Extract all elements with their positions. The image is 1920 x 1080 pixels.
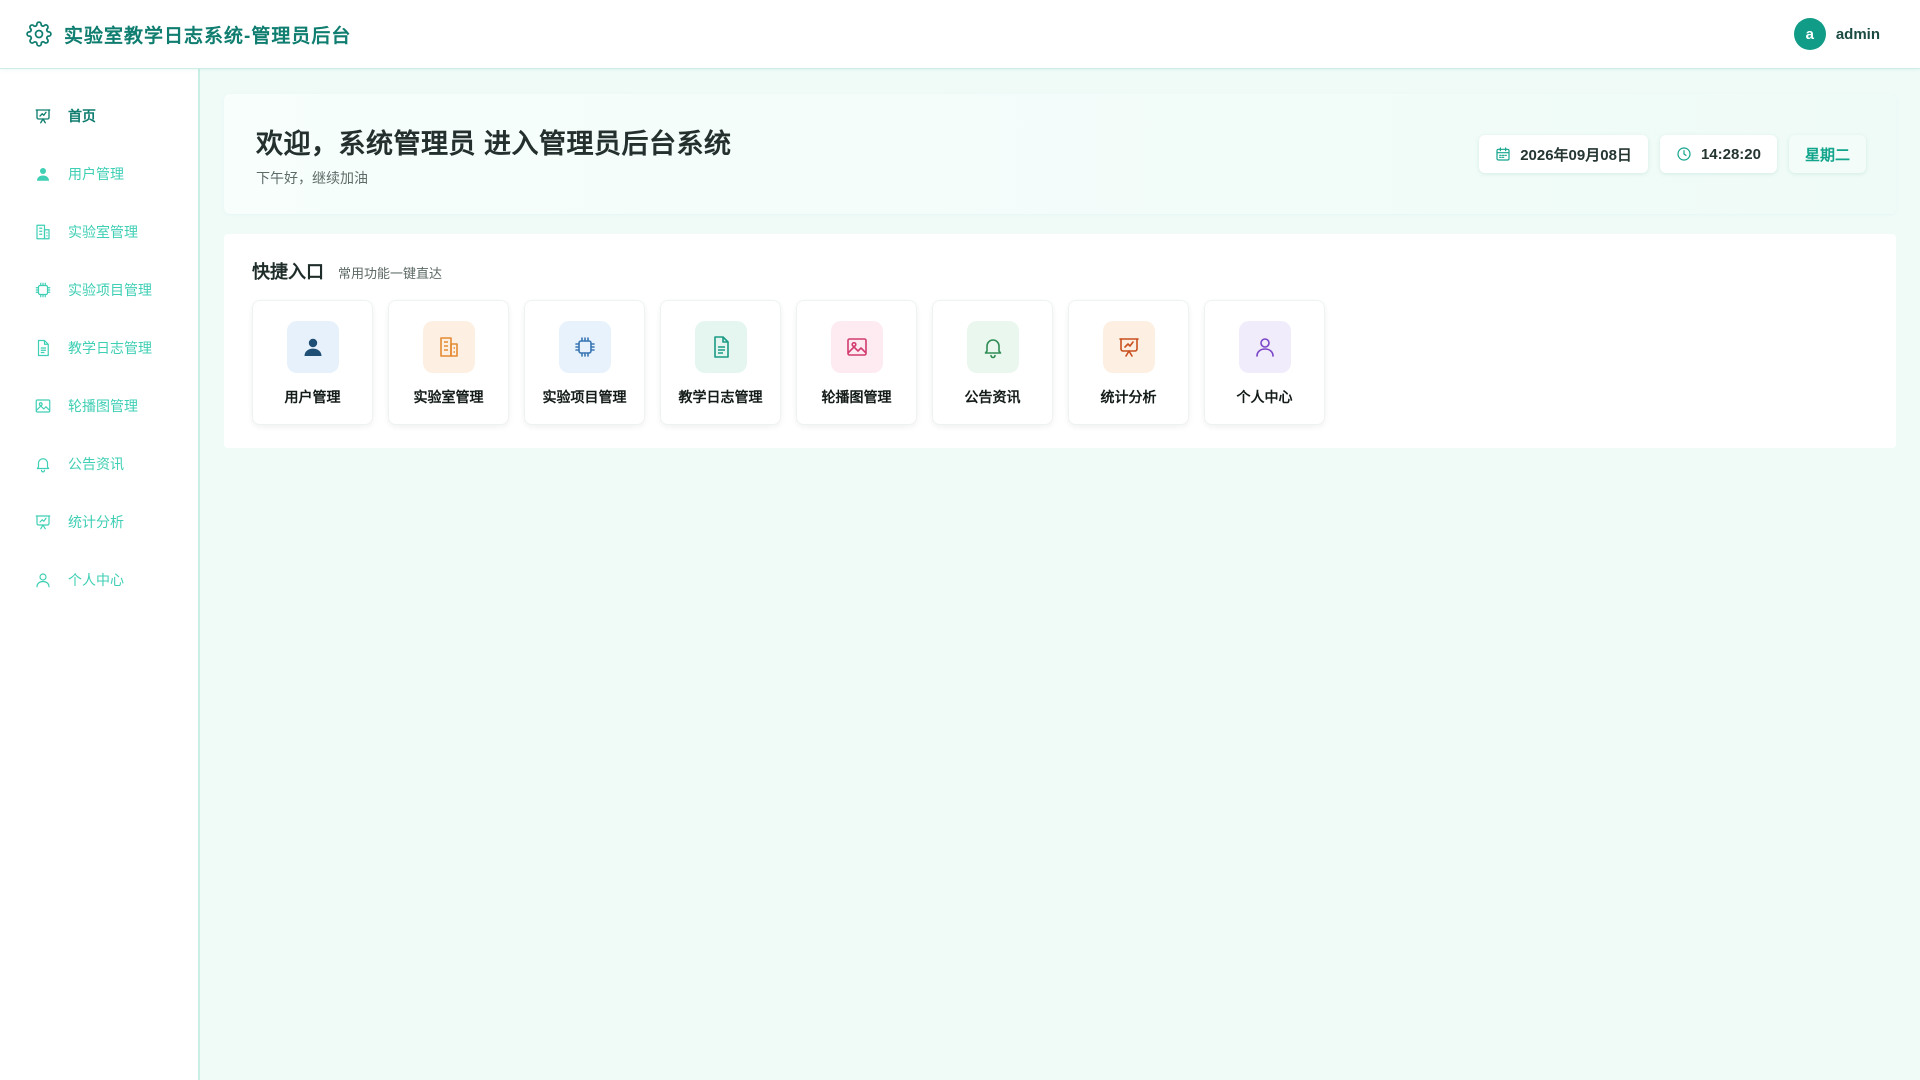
quick-card-statistics[interactable]: 统计分析 <box>1068 300 1189 425</box>
card-label: 个人中心 <box>1236 389 1293 405</box>
sidebar-item-statistics[interactable]: 统计分析 <box>0 493 198 551</box>
quick-access-title: 快捷入口 <box>252 262 324 282</box>
sidebar-item-projects[interactable]: 实验项目管理 <box>0 261 198 319</box>
sidebar-item-label: 轮播图管理 <box>68 398 138 414</box>
card-label: 轮播图管理 <box>821 389 892 405</box>
card-label: 公告资讯 <box>964 389 1021 405</box>
chip-icon <box>34 281 52 299</box>
quick-card-announcements[interactable]: 公告资讯 <box>932 300 1053 425</box>
presentation-chart-icon <box>34 513 52 531</box>
user-outline-icon <box>1253 335 1277 359</box>
card-label: 用户管理 <box>284 389 341 405</box>
sidebar-item-profile[interactable]: 个人中心 <box>0 551 198 609</box>
gear-icon[interactable] <box>26 21 52 47</box>
welcome-banner: 欢迎，系统管理员 进入管理员后台系统 下午好，继续加油 2026年09月08日 … <box>224 94 1896 214</box>
sidebar-item-label: 用户管理 <box>68 166 124 182</box>
sidebar-item-label: 实验项目管理 <box>68 282 152 298</box>
card-icon-tile <box>966 321 1019 373</box>
username[interactable]: admin <box>1836 26 1880 43</box>
user-menu[interactable]: a admin <box>1793 18 1880 50</box>
quick-card-projects[interactable]: 实验项目管理 <box>524 300 645 425</box>
sidebar-item-logs[interactable]: 教学日志管理 <box>0 319 198 377</box>
user-icon <box>301 335 325 359</box>
welcome-subtitle: 下午好，继续加油 <box>256 170 368 186</box>
quick-card-users[interactable]: 用户管理 <box>252 300 373 425</box>
card-icon-tile <box>694 321 747 373</box>
card-icon-tile <box>422 321 475 373</box>
card-icon-tile <box>286 321 339 373</box>
quick-card-carousel[interactable]: 轮播图管理 <box>796 300 917 425</box>
sidebar-item-announcements[interactable]: 公告资讯 <box>0 435 198 493</box>
card-label: 统计分析 <box>1100 389 1157 405</box>
quick-access-header: 快捷入口 常用功能一键直达 <box>252 258 442 284</box>
document-icon <box>34 339 52 357</box>
sidebar-item-home[interactable]: 首页 <box>0 87 198 145</box>
date-time-chips: 2026年09月08日 14:28:20 星期二 <box>1479 135 1866 173</box>
weekday-chip: 星期二 <box>1788 135 1866 173</box>
sidebar-item-label: 教学日志管理 <box>68 340 152 356</box>
avatar[interactable]: a <box>1793 18 1826 50</box>
card-label: 实验项目管理 <box>542 389 627 405</box>
date-text: 2026年09月08日 <box>1520 146 1632 164</box>
quick-card-labs[interactable]: 实验室管理 <box>388 300 509 425</box>
quick-card-profile[interactable]: 个人中心 <box>1204 300 1325 425</box>
date-chip: 2026年09月08日 <box>1479 135 1648 173</box>
card-icon-tile <box>558 321 611 373</box>
quick-access-cards: 用户管理 实验室管理 实验项目管理 教学日志管理 轮播图管理 公告资讯 统计分析… <box>252 300 1325 425</box>
image-icon <box>34 397 52 415</box>
quick-card-logs[interactable]: 教学日志管理 <box>660 300 781 425</box>
presentation-chart-icon <box>34 107 52 125</box>
sidebar-item-label: 个人中心 <box>68 572 124 588</box>
calendar-icon <box>1495 146 1511 162</box>
app-title: 实验室教学日志系统-管理员后台 <box>64 25 352 47</box>
quick-access-subtitle: 常用功能一键直达 <box>338 266 443 281</box>
bell-icon <box>981 335 1005 359</box>
document-icon <box>709 335 733 359</box>
card-icon-tile <box>1102 321 1155 373</box>
time-chip: 14:28:20 <box>1659 135 1777 173</box>
chip-icon <box>573 335 597 359</box>
user-icon <box>34 165 52 183</box>
sidebar-item-label: 首页 <box>68 108 96 124</box>
card-label: 教学日志管理 <box>678 389 763 405</box>
building-icon <box>34 223 52 241</box>
sidebar-item-label: 实验室管理 <box>68 224 138 240</box>
sidebar-item-labs[interactable]: 实验室管理 <box>0 203 198 261</box>
quick-access-panel: 快捷入口 常用功能一键直达 用户管理 实验室管理 实验项目管理 教学日志管理 轮… <box>224 234 1896 448</box>
presentation-chart-icon <box>1117 335 1141 359</box>
sidebar-item-label: 统计分析 <box>68 514 124 530</box>
card-icon-tile <box>830 321 883 373</box>
sidebar-item-label: 公告资讯 <box>68 456 124 472</box>
bell-icon <box>34 455 52 473</box>
user-outline-icon <box>34 571 52 589</box>
building-icon <box>437 335 461 359</box>
top-header: 实验室教学日志系统-管理员后台 a admin <box>0 0 1920 69</box>
welcome-title: 欢迎，系统管理员 进入管理员后台系统 <box>256 129 732 159</box>
card-label: 实验室管理 <box>413 389 484 405</box>
time-text: 14:28:20 <box>1700 145 1761 163</box>
weekday-text: 星期二 <box>1804 146 1850 164</box>
sidebar: 首页 用户管理 实验室管理 实验项目管理 教学日志管理 轮播图管理 公告资讯 统… <box>0 69 200 1080</box>
clock-icon <box>1676 146 1692 162</box>
image-icon <box>845 335 869 359</box>
sidebar-item-users[interactable]: 用户管理 <box>0 145 198 203</box>
card-icon-tile <box>1238 321 1291 373</box>
sidebar-item-carousel[interactable]: 轮播图管理 <box>0 377 198 435</box>
